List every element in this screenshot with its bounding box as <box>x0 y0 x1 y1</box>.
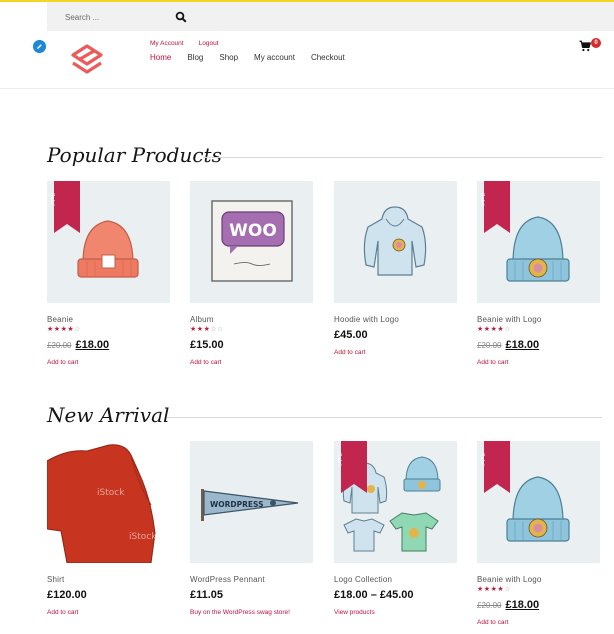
sale-ribbon <box>484 441 510 493</box>
nav-blog[interactable]: Blog <box>187 53 203 62</box>
product-price: £45.00 <box>334 329 457 341</box>
product-price: £11.05 <box>190 589 313 601</box>
product-image[interactable]: Sale! <box>334 441 457 563</box>
product-image[interactable]: WOO <box>190 181 313 303</box>
section-divider <box>203 157 602 158</box>
product-action-link[interactable]: View products <box>334 609 457 616</box>
product-image[interactable]: WORDPRESS <box>190 441 313 563</box>
section-divider <box>167 417 602 418</box>
section-title-popular: Popular Products <box>47 143 222 167</box>
product-name[interactable]: Album <box>190 315 313 324</box>
product-price: £15.00 <box>190 339 313 351</box>
product-name[interactable]: Logo Collection <box>334 575 457 584</box>
product-card[interactable]: iStock iStock iStock Shirt £120.00 Add to car… <box>47 441 170 616</box>
product-card[interactable]: Hoodie with Logo £45.00 Add to cart <box>334 181 457 356</box>
nav-checkout[interactable]: Checkout <box>311 53 345 62</box>
sale-badge: Sale! <box>336 453 342 466</box>
star-rating: ★★★☆☆ <box>190 326 224 333</box>
current-price: £18.00 <box>75 339 110 351</box>
search-bar <box>47 2 614 31</box>
sale-badge: Sale! <box>479 453 485 466</box>
product-name[interactable]: Beanie with Logo <box>477 315 600 324</box>
product-name[interactable]: Beanie <box>47 315 170 324</box>
product-action-link[interactable]: Add to cart <box>47 609 170 616</box>
current-price: £45.00 <box>334 329 368 341</box>
product-image[interactable]: Sale! <box>47 181 170 303</box>
cart-count-badge: 0 <box>591 38 601 48</box>
product-image[interactable]: Sale! <box>477 441 600 563</box>
product-action-link[interactable]: Add to cart <box>477 619 600 626</box>
svg-text:iStock: iStock <box>131 448 159 458</box>
product-image[interactable]: iStock iStock iStock <box>47 441 170 563</box>
product-action-link[interactable]: Add to cart <box>190 359 313 366</box>
sale-badge: Sale! <box>479 193 485 206</box>
product-card[interactable]: Sale! Beanie with Logo ★★★★☆ £20.00 £18.00 Ad… <box>477 181 600 366</box>
cart-icon <box>579 40 591 52</box>
product-price: £120.00 <box>47 589 170 601</box>
product-name[interactable]: Shirt <box>47 575 170 584</box>
product-action-link[interactable]: Add to cart <box>47 359 170 366</box>
svg-text:WOO: WOO <box>229 221 277 241</box>
current-price: £18.00 <box>505 599 540 611</box>
product-action-link[interactable]: Add to cart <box>334 349 457 356</box>
logout-link[interactable]: Logout <box>199 40 219 47</box>
product-name[interactable]: Hoodie with Logo <box>334 315 457 324</box>
product-name[interactable]: Beanie with Logo <box>477 575 600 584</box>
product-name[interactable]: WordPress Pennant <box>190 575 313 584</box>
product-action-link[interactable]: Buy on the WordPress swag store! <box>190 609 313 616</box>
product-price: £18.00 – £45.00 <box>334 589 457 601</box>
current-price: £120.00 <box>47 589 87 601</box>
current-price: £15.00 <box>190 339 224 351</box>
cart-button[interactable]: 0 <box>579 38 603 52</box>
product-price: £20.00 £18.00 <box>47 339 170 351</box>
star-rating: ★★★★☆ <box>47 326 81 333</box>
old-price: £20.00 <box>477 601 502 610</box>
search-icon[interactable] <box>175 11 187 23</box>
current-price: £18.00 – £45.00 <box>334 589 414 601</box>
product-price: £20.00 £18.00 <box>477 339 600 351</box>
product-card[interactable]: Sale! Logo Collection £18.00 – £45.00 View … <box>334 441 457 616</box>
section-title-new-arrival: New Arrival <box>47 403 170 427</box>
product-card[interactable]: Sale! Beanie ★★★★☆ £20.00 £18.00 Add to cart <box>47 181 170 366</box>
sale-ribbon <box>341 441 367 493</box>
edit-pencil-icon[interactable] <box>33 40 46 53</box>
product-image[interactable]: Sale! <box>477 181 600 303</box>
sale-ribbon <box>54 181 80 233</box>
nav-shop[interactable]: Shop <box>219 53 238 62</box>
main-navigation: Home Blog Shop My account Checkout <box>150 53 345 62</box>
product-card[interactable]: WORDPRESS WordPress Pennant £11.05 Buy on t… <box>190 441 313 616</box>
sale-badge: Sale! <box>49 193 55 206</box>
nav-home[interactable]: Home <box>150 53 171 62</box>
nav-my-account[interactable]: My account <box>254 53 295 62</box>
star-rating: ★★★★☆ <box>477 326 511 333</box>
product-action-link[interactable]: Add to cart <box>477 359 600 366</box>
product-card[interactable]: WOO Album ★★★☆☆ £15.00 Add to cart <box>190 181 313 366</box>
site-header: My Account Logout Home Blog Shop My acco… <box>0 31 614 89</box>
svg-text:iStock: iStock <box>129 532 157 542</box>
old-price: £20.00 <box>47 341 72 350</box>
utility-links: My Account Logout <box>150 40 219 47</box>
current-price: £18.00 <box>505 339 540 351</box>
svg-text:iStock: iStock <box>97 488 125 498</box>
my-account-link[interactable]: My Account <box>150 40 184 47</box>
product-card[interactable]: Sale! Beanie with Logo ★★★★☆ £20.00 £18.00 Ad… <box>477 441 600 626</box>
current-price: £11.05 <box>190 589 224 601</box>
sale-ribbon <box>484 181 510 233</box>
old-price: £20.00 <box>477 341 502 350</box>
svg-text:WORDPRESS: WORDPRESS <box>210 500 264 509</box>
product-image[interactable] <box>334 181 457 303</box>
star-rating: ★★★★☆ <box>477 586 511 593</box>
product-price: £20.00 £18.00 <box>477 599 600 611</box>
site-logo[interactable] <box>70 43 104 77</box>
